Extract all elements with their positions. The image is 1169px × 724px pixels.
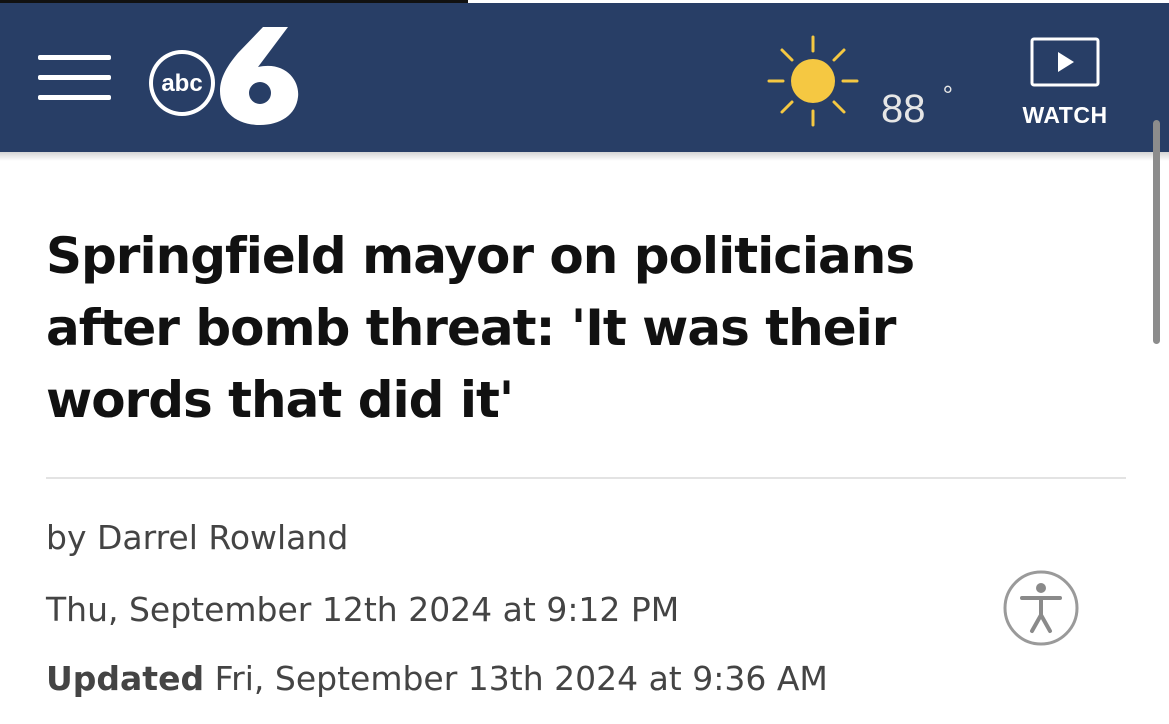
watch-label: WATCH [1022,102,1108,128]
abc-logo-text: abc [161,70,202,97]
updated-date: Updated Fri, September 13th 2024 at 9:36… [46,659,828,698]
article-headline: Springfield mayor on politicians after b… [46,227,915,429]
weather-widget[interactable]: 88 ° [765,33,955,131]
updated-label: Updated [46,659,205,698]
divider [46,477,1126,479]
watch-button[interactable]: WATCH [1012,37,1122,129]
scrollbar[interactable] [1153,120,1160,344]
temperature-unit: ° [942,80,954,110]
temperature-value: 88 [881,87,926,131]
temperature-readout: 88 ° [881,80,953,137]
abc6-logo[interactable]: abc [148,21,304,125]
accessibility-icon[interactable] [1002,569,1080,647]
play-icon [1030,37,1100,87]
updated-value: Fri, September 13th 2024 at 9:36 AM [214,659,828,698]
publish-date: Thu, September 12th 2024 at 9:12 PM [46,590,680,629]
header-shadow [0,152,1169,161]
sun-icon [767,35,859,127]
site-header: abc 88 ° WATCH [0,3,1169,152]
article-byline: by Darrel Rowland [46,518,349,557]
hamburger-menu-icon[interactable] [38,55,111,101]
